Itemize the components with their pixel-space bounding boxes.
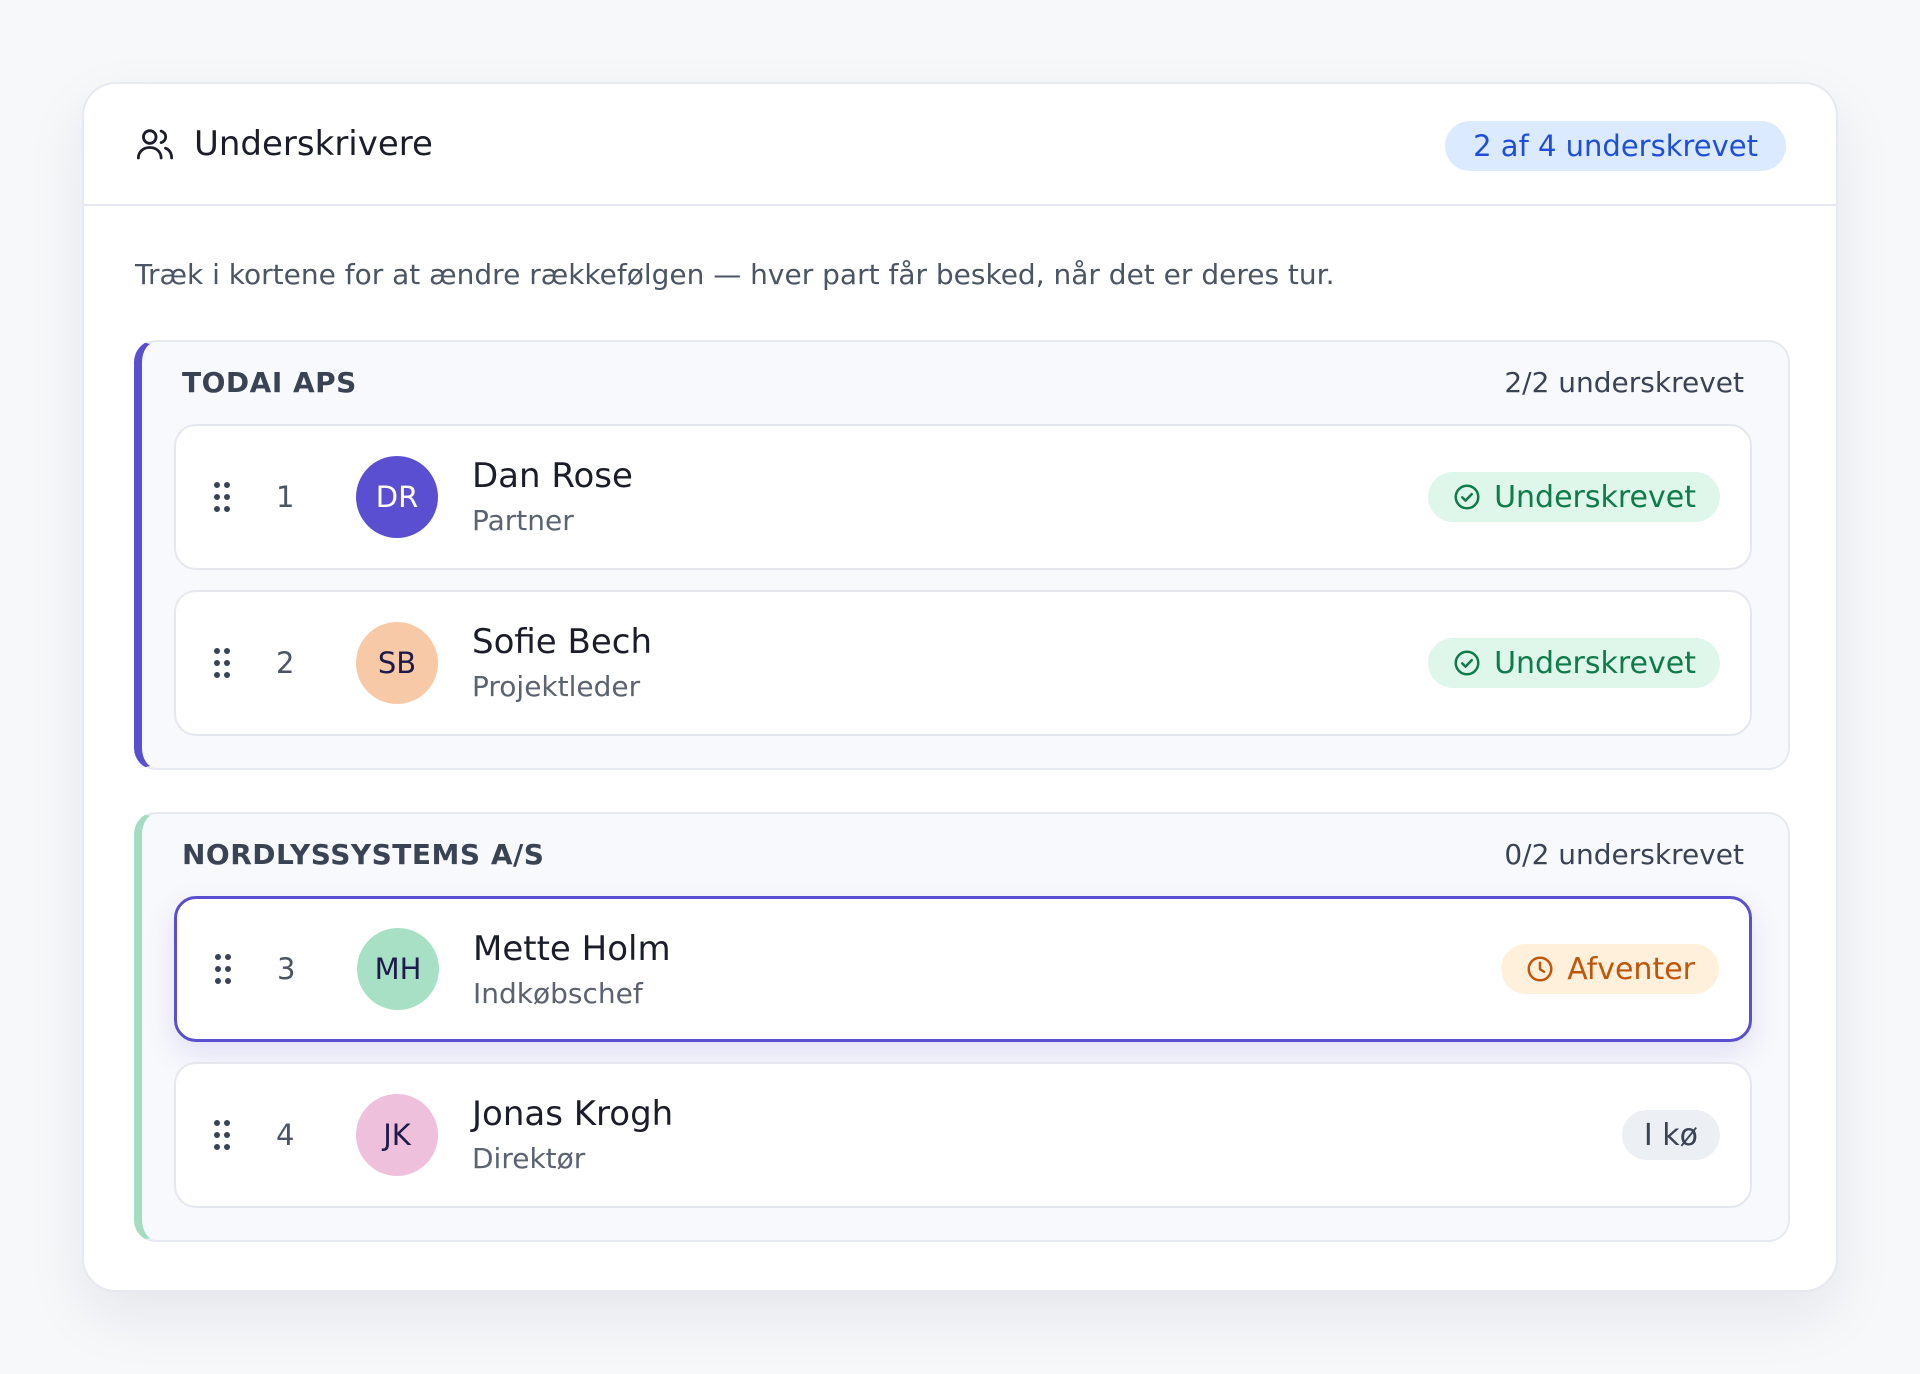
users-icon bbox=[134, 123, 176, 165]
drag-handle-icon[interactable] bbox=[214, 481, 230, 513]
signer-role: Projektleder bbox=[472, 670, 641, 703]
card-title: Underskrivere bbox=[194, 124, 433, 164]
avatar: JK bbox=[356, 1094, 438, 1176]
status-badge: Underskrevet bbox=[1428, 638, 1720, 688]
drag-handle-icon[interactable] bbox=[215, 953, 231, 985]
signer-card-dan-rose[interactable]: 1 DR Dan Rose Partner Underskrevet bbox=[174, 424, 1752, 570]
group-signed-count: 2/2 underskrevet bbox=[1504, 366, 1744, 399]
signer-role: Partner bbox=[472, 504, 574, 537]
check-circle-icon bbox=[1452, 648, 1482, 678]
status-label: Underskrevet bbox=[1494, 479, 1696, 515]
avatar: MH bbox=[357, 928, 439, 1010]
signer-card-jonas-krogh[interactable]: 4 JK Jonas Krogh Direktør I kø bbox=[174, 1062, 1752, 1208]
drag-handle-icon[interactable] bbox=[214, 1119, 230, 1151]
signer-role: Indkøbschef bbox=[473, 977, 643, 1010]
card-header: Underskrivere 2 af 4 underskrevet bbox=[84, 84, 1836, 206]
status-label: Underskrevet bbox=[1494, 645, 1696, 681]
signing-order-number: 2 bbox=[276, 646, 295, 680]
status-label: I kø bbox=[1643, 1117, 1698, 1153]
status-label: Afventer bbox=[1567, 951, 1695, 987]
signer-name: Sofie Bech bbox=[472, 622, 653, 662]
status-badge: Underskrevet bbox=[1428, 472, 1720, 522]
signer-name: Mette Holm bbox=[473, 929, 671, 969]
avatar: DR bbox=[356, 456, 438, 538]
signers-card: Underskrivere 2 af 4 underskrevet Træk i… bbox=[82, 82, 1838, 1292]
signer-card-mette-holm[interactable]: 3 MH Mette Holm Indkøbschef Afventer bbox=[174, 896, 1752, 1042]
signer-name: Dan Rose bbox=[472, 456, 633, 496]
instructions-text: Træk i kortene for at ændre rækkefølgen … bbox=[135, 258, 1335, 291]
signer-name: Jonas Krogh bbox=[472, 1094, 674, 1134]
avatar: SB bbox=[356, 622, 438, 704]
status-badge: Afventer bbox=[1501, 944, 1719, 994]
clock-icon bbox=[1525, 954, 1555, 984]
signing-order-number: 4 bbox=[276, 1118, 295, 1152]
check-circle-icon bbox=[1452, 482, 1482, 512]
signer-role: Direktør bbox=[472, 1142, 586, 1175]
status-badge: I kø bbox=[1621, 1110, 1720, 1160]
signing-order-number: 1 bbox=[276, 480, 295, 514]
group-name: NORDLYSSYSTEMS A/S bbox=[182, 838, 545, 871]
group-name: TODAI APS bbox=[182, 366, 357, 399]
group-signed-count: 0/2 underskrevet bbox=[1504, 838, 1744, 871]
progress-badge: 2 af 4 underskrevet bbox=[1445, 121, 1786, 171]
signing-order-number: 3 bbox=[277, 952, 296, 986]
signer-card-sofie-bech[interactable]: 2 SB Sofie Bech Projektleder Underskreve… bbox=[174, 590, 1752, 736]
drag-handle-icon[interactable] bbox=[214, 647, 230, 679]
signer-group-todai: TODAI APS 2/2 underskrevet 1 DR Dan Rose… bbox=[134, 340, 1790, 770]
signer-group-nordlyssystems: NORDLYSSYSTEMS A/S 0/2 underskrevet 3 MH… bbox=[134, 812, 1790, 1242]
